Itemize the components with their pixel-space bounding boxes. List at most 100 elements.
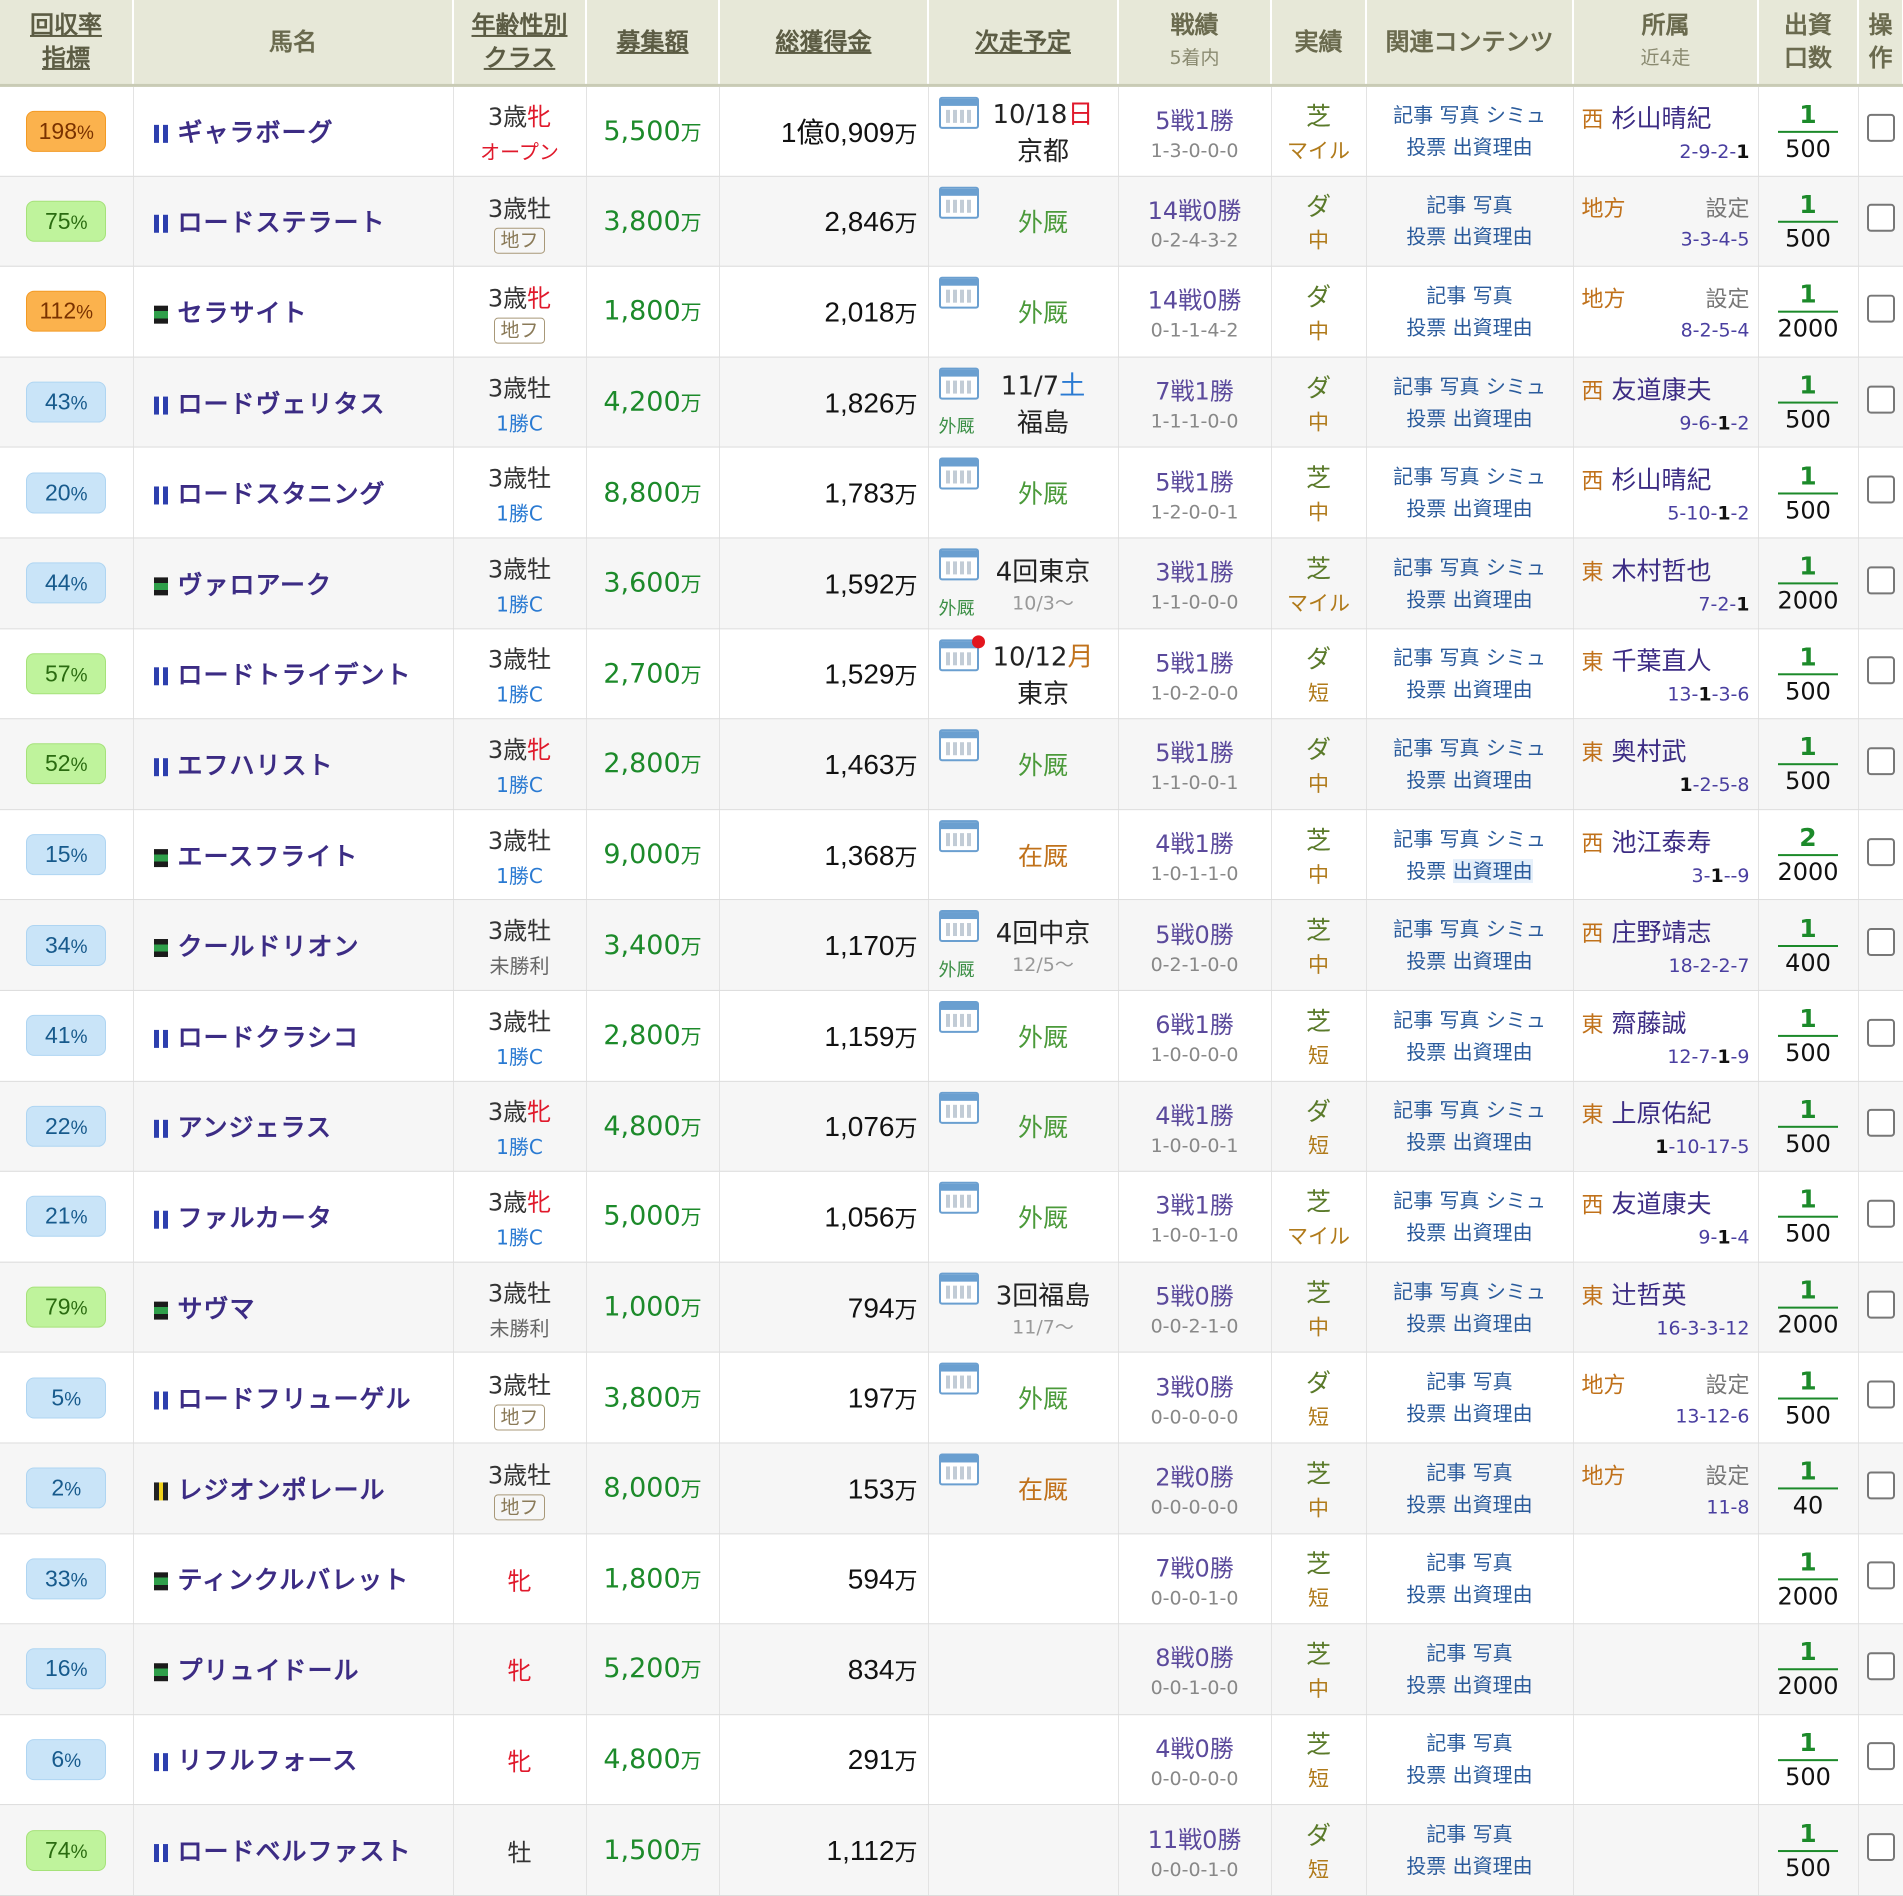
reason-link[interactable]: 出資理由: [1453, 949, 1533, 973]
vote-link[interactable]: 投票: [1406, 678, 1446, 702]
simulation-link[interactable]: シミュ: [1486, 1279, 1546, 1303]
select-checkbox[interactable]: [1866, 1199, 1895, 1228]
article-link[interactable]: 記事: [1393, 1279, 1433, 1303]
calendar-icon[interactable]: [938, 548, 979, 581]
calendar-icon[interactable]: [938, 1091, 979, 1124]
header-prize[interactable]: 総獲得金: [719, 0, 929, 87]
photo-link[interactable]: 写真: [1473, 193, 1513, 217]
vote-link[interactable]: 投票: [1406, 1221, 1446, 1245]
photo-link[interactable]: 写真: [1473, 284, 1513, 308]
article-link[interactable]: 記事: [1393, 646, 1433, 670]
horse-name-link[interactable]: レジオンポレール: [178, 1475, 386, 1504]
reason-link[interactable]: 出資理由: [1453, 1402, 1533, 1426]
article-link[interactable]: 記事: [1393, 1008, 1433, 1032]
reason-link[interactable]: 出資理由: [1453, 1673, 1533, 1697]
calendar-icon[interactable]: [938, 367, 979, 400]
trainer-link[interactable]: 上原佑紀: [1612, 1099, 1712, 1128]
horse-name-link[interactable]: アンジェラス: [178, 1113, 333, 1142]
select-checkbox[interactable]: [1866, 566, 1895, 595]
select-checkbox[interactable]: [1866, 1290, 1895, 1319]
trainer-link[interactable]: 友道康夫: [1612, 375, 1712, 404]
photo-link[interactable]: 写真: [1440, 917, 1480, 941]
calendar-icon[interactable]: [938, 457, 979, 490]
vote-link[interactable]: 投票: [1406, 135, 1446, 159]
reason-link[interactable]: 出資理由: [1453, 1583, 1533, 1607]
trainer-link[interactable]: 杉山晴紀: [1612, 104, 1712, 133]
horse-name-link[interactable]: リフルフォース: [178, 1747, 359, 1776]
select-checkbox[interactable]: [1866, 294, 1895, 323]
article-link[interactable]: 記事: [1393, 827, 1433, 851]
reason-link[interactable]: 出資理由: [1453, 1492, 1533, 1516]
vote-link[interactable]: 投票: [1406, 1492, 1446, 1516]
vote-link[interactable]: 投票: [1406, 1402, 1446, 1426]
reason-link[interactable]: 出資理由: [1453, 135, 1533, 159]
article-link[interactable]: 記事: [1426, 284, 1466, 308]
vote-link[interactable]: 投票: [1406, 768, 1446, 792]
calendar-icon[interactable]: [938, 1362, 979, 1395]
horse-name-link[interactable]: ロードトライデント: [178, 661, 412, 690]
vote-link[interactable]: 投票: [1406, 1130, 1446, 1154]
header-next[interactable]: 次走予定: [928, 0, 1119, 87]
photo-link[interactable]: 写真: [1440, 374, 1480, 398]
horse-name-link[interactable]: ロードベルファスト: [178, 1837, 412, 1866]
header-age[interactable]: 年齢性別 クラス: [453, 0, 587, 87]
vote-link[interactable]: 投票: [1406, 497, 1446, 521]
article-link[interactable]: 記事: [1393, 555, 1433, 579]
photo-link[interactable]: 写真: [1440, 103, 1480, 127]
reason-link[interactable]: 出資理由: [1453, 1311, 1533, 1335]
reason-link[interactable]: 出資理由: [1453, 1764, 1533, 1788]
vote-link[interactable]: 投票: [1406, 225, 1446, 249]
simulation-link[interactable]: シミュ: [1486, 827, 1546, 851]
settei-link[interactable]: 設定: [1705, 282, 1749, 314]
horse-name-link[interactable]: エフハリスト: [178, 751, 334, 780]
calendar-icon[interactable]: [938, 96, 979, 129]
article-link[interactable]: 記事: [1426, 1732, 1466, 1756]
reason-link[interactable]: 出資理由: [1453, 587, 1533, 611]
trainer-link[interactable]: 木村哲也: [1612, 556, 1712, 585]
vote-link[interactable]: 投票: [1406, 1764, 1446, 1788]
select-checkbox[interactable]: [1866, 837, 1895, 866]
reason-link[interactable]: 出資理由: [1453, 497, 1533, 521]
select-checkbox[interactable]: [1866, 928, 1895, 957]
photo-link[interactable]: 写真: [1440, 1189, 1480, 1213]
select-checkbox[interactable]: [1866, 656, 1895, 685]
select-checkbox[interactable]: [1866, 1833, 1895, 1862]
calendar-icon[interactable]: [938, 729, 979, 762]
photo-link[interactable]: 写真: [1473, 1641, 1513, 1665]
select-checkbox[interactable]: [1866, 114, 1895, 143]
reason-link[interactable]: 出資理由: [1453, 1130, 1533, 1154]
calendar-icon[interactable]: [938, 1000, 979, 1033]
simulation-link[interactable]: シミュ: [1486, 917, 1546, 941]
calendar-icon[interactable]: [938, 1272, 979, 1305]
select-checkbox[interactable]: [1866, 1380, 1895, 1409]
simulation-link[interactable]: シミュ: [1486, 1098, 1546, 1122]
article-link[interactable]: 記事: [1393, 374, 1433, 398]
trainer-link[interactable]: 奥村武: [1612, 737, 1687, 766]
trainer-link[interactable]: 友道康夫: [1612, 1190, 1712, 1219]
article-link[interactable]: 記事: [1393, 917, 1433, 941]
simulation-link[interactable]: シミュ: [1486, 103, 1546, 127]
select-checkbox[interactable]: [1866, 1742, 1895, 1771]
trainer-link[interactable]: 辻哲英: [1612, 1280, 1687, 1309]
simulation-link[interactable]: シミュ: [1486, 646, 1546, 670]
reason-link[interactable]: 出資理由: [1453, 406, 1533, 430]
settei-link[interactable]: 設定: [1705, 1458, 1749, 1490]
article-link[interactable]: 記事: [1426, 1822, 1466, 1846]
reason-link[interactable]: 出資理由: [1452, 858, 1533, 883]
photo-link[interactable]: 写真: [1440, 1008, 1480, 1032]
select-checkbox[interactable]: [1866, 475, 1895, 504]
horse-name-link[interactable]: セラサイト: [178, 299, 308, 328]
photo-link[interactable]: 写真: [1440, 465, 1480, 489]
vote-link[interactable]: 投票: [1406, 406, 1446, 430]
select-checkbox[interactable]: [1866, 747, 1895, 776]
trainer-link[interactable]: 庄野靖志: [1612, 918, 1712, 947]
article-link[interactable]: 記事: [1426, 1460, 1466, 1484]
article-link[interactable]: 記事: [1393, 736, 1433, 760]
select-checkbox[interactable]: [1866, 385, 1895, 414]
horse-name-link[interactable]: ロードヴェリタス: [178, 389, 386, 418]
vote-link[interactable]: 投票: [1406, 949, 1446, 973]
select-checkbox[interactable]: [1866, 204, 1895, 233]
article-link[interactable]: 記事: [1426, 1551, 1466, 1575]
reason-link[interactable]: 出資理由: [1453, 678, 1533, 702]
photo-link[interactable]: 写真: [1440, 736, 1480, 760]
